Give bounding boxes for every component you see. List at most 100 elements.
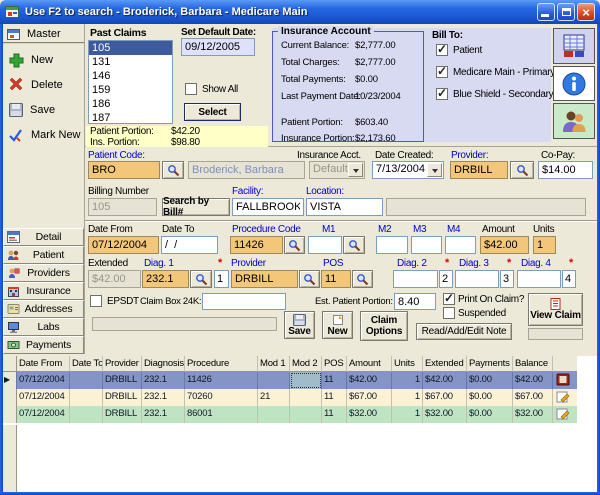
- sidebar-new-button[interactable]: New: [9, 50, 83, 70]
- grid-cell[interactable]: DRBILL: [103, 372, 142, 389]
- row-selector[interactable]: [3, 406, 17, 423]
- grid-header-cell[interactable]: Units: [392, 356, 423, 372]
- row-selector[interactable]: [3, 389, 17, 406]
- date-created-select[interactable]: 7/13/2004: [372, 161, 444, 179]
- patients-view-button[interactable]: [553, 103, 595, 139]
- grid-cell[interactable]: [258, 372, 290, 389]
- grid-header-cell[interactable]: Date From: [17, 356, 70, 372]
- grid-cell[interactable]: 1: [392, 372, 423, 389]
- grid-cell[interactable]: $32.00: [423, 406, 467, 423]
- grid-cell[interactable]: $67.00: [423, 389, 467, 406]
- m1-input[interactable]: [308, 236, 342, 254]
- close-button[interactable]: ×: [577, 3, 595, 21]
- billing-view-button[interactable]: [553, 28, 595, 64]
- sidebar-item-providers[interactable]: Providers: [3, 264, 84, 282]
- grid-cell[interactable]: 232.1: [142, 372, 185, 389]
- bill-to-blueshield-checkbox[interactable]: [436, 88, 448, 100]
- grid-cell[interactable]: 11426: [185, 372, 258, 389]
- edit-icon[interactable]: [553, 406, 577, 423]
- grid-cell[interactable]: $67.00: [513, 389, 553, 406]
- grid-cell[interactable]: 86001: [185, 406, 258, 423]
- insurance-acct-select[interactable]: Default: [309, 161, 365, 179]
- read-add-edit-note-button[interactable]: Read/Add/Edit Note: [416, 323, 512, 340]
- view-claim-button[interactable]: View Claim: [528, 293, 583, 326]
- charge-provider-input[interactable]: [231, 270, 298, 288]
- minimize-button[interactable]: [537, 3, 555, 21]
- sidebar-item-patient[interactable]: Patient: [3, 246, 84, 264]
- grid-cell[interactable]: $0.00: [467, 389, 513, 406]
- m2-input[interactable]: [376, 236, 408, 254]
- m1-search-button[interactable]: [343, 236, 365, 254]
- past-claims-item[interactable]: 186: [89, 97, 172, 111]
- past-claims-item[interactable]: 159: [89, 83, 172, 97]
- grid-header-cell[interactable]: Provider: [103, 356, 142, 372]
- provider-input[interactable]: [450, 161, 508, 179]
- grid-cell[interactable]: 11: [322, 389, 347, 406]
- bill-to-patient-checkbox[interactable]: [436, 44, 448, 56]
- date-from-input[interactable]: [88, 236, 159, 254]
- past-claims-list[interactable]: 105 131 146 159 186 187: [88, 40, 173, 124]
- grid-cell[interactable]: 232.1: [142, 389, 185, 406]
- select-button[interactable]: Select: [184, 103, 241, 121]
- grid-header-cell[interactable]: Payments: [467, 356, 513, 372]
- facility-input[interactable]: [232, 198, 304, 216]
- grid-cell[interactable]: $32.00: [513, 406, 553, 423]
- grid-cell[interactable]: 70260: [185, 389, 258, 406]
- grid-cell[interactable]: 07/12/2004: [17, 372, 70, 389]
- grid-cell[interactable]: $32.00: [347, 406, 392, 423]
- grid-cell[interactable]: $42.00: [513, 372, 553, 389]
- grid-cell[interactable]: [70, 372, 103, 389]
- past-claims-item[interactable]: 131: [89, 55, 172, 69]
- location-input[interactable]: [306, 198, 383, 216]
- grid-cell[interactable]: [290, 389, 322, 406]
- sidebar-item-detail[interactable]: Detail: [3, 228, 84, 246]
- grid-header-cell[interactable]: Mod 2: [290, 356, 322, 372]
- sidebar-item-labs[interactable]: Labs: [3, 318, 84, 336]
- grid-cell[interactable]: 232.1: [142, 406, 185, 423]
- grid-cell[interactable]: $0.00: [467, 372, 513, 389]
- note-icon[interactable]: [553, 372, 577, 389]
- grid-header-cell[interactable]: Date To: [70, 356, 103, 372]
- m4-input[interactable]: [445, 236, 476, 254]
- m3-input[interactable]: [411, 236, 442, 254]
- suspended-checkbox[interactable]: [443, 307, 455, 319]
- diag1-index-field[interactable]: [214, 270, 229, 288]
- grid-cell[interactable]: [70, 406, 103, 423]
- search-by-bill-button[interactable]: Search by Bill#: [162, 198, 230, 216]
- chevron-down-icon[interactable]: [427, 163, 442, 177]
- grid-cell[interactable]: DRBILL: [103, 389, 142, 406]
- charge-row[interactable]: 07/12/2004 DRBILL 232.1 70260 21 11 $67.…: [3, 389, 577, 406]
- provider-search-button[interactable]: [510, 161, 534, 179]
- grid-cell[interactable]: 07/12/2004: [17, 406, 70, 423]
- grid-cell[interactable]: 11: [322, 372, 347, 389]
- charge-provider-search-button[interactable]: [299, 270, 320, 288]
- grid-cell[interactable]: [290, 406, 322, 423]
- grid-header-cell[interactable]: Balance: [513, 356, 553, 372]
- grid-header-cell[interactable]: Mod 1: [258, 356, 290, 372]
- diag4-input[interactable]: [517, 270, 561, 288]
- co-pay-input[interactable]: [538, 161, 593, 179]
- grid-header-cell[interactable]: Amount: [347, 356, 392, 372]
- charge-row[interactable]: 07/12/2004 DRBILL 232.1 86001 11 $32.00 …: [3, 406, 577, 423]
- sidebar-mark-new-button[interactable]: Mark New: [9, 125, 83, 145]
- grid-cell[interactable]: 07/12/2004: [17, 389, 70, 406]
- sidebar-delete-button[interactable]: Delete: [9, 75, 83, 95]
- diag3-index-field[interactable]: [500, 270, 514, 288]
- diag3-input[interactable]: [455, 270, 499, 288]
- titlebar[interactable]: Use F2 to search - Broderick, Barbara - …: [0, 0, 600, 24]
- amount-input[interactable]: [480, 236, 529, 254]
- pos-input[interactable]: [321, 270, 351, 288]
- diag4-index-field[interactable]: [562, 270, 576, 288]
- chevron-down-icon[interactable]: [348, 163, 363, 177]
- diag1-input[interactable]: [142, 270, 189, 288]
- grid-cell[interactable]: [258, 406, 290, 423]
- grid-header-cell[interactable]: Extended: [423, 356, 467, 372]
- grid-cell[interactable]: 21: [258, 389, 290, 406]
- grid-cell[interactable]: $67.00: [347, 389, 392, 406]
- grid-cell[interactable]: [70, 389, 103, 406]
- sidebar-item-payments[interactable]: Payments: [3, 336, 84, 354]
- grid-header-cell[interactable]: POS: [322, 356, 347, 372]
- patient-code-input[interactable]: [88, 161, 160, 179]
- diag2-index-field[interactable]: [439, 270, 453, 288]
- sidebar-item-addresses[interactable]: Addresses: [3, 300, 84, 318]
